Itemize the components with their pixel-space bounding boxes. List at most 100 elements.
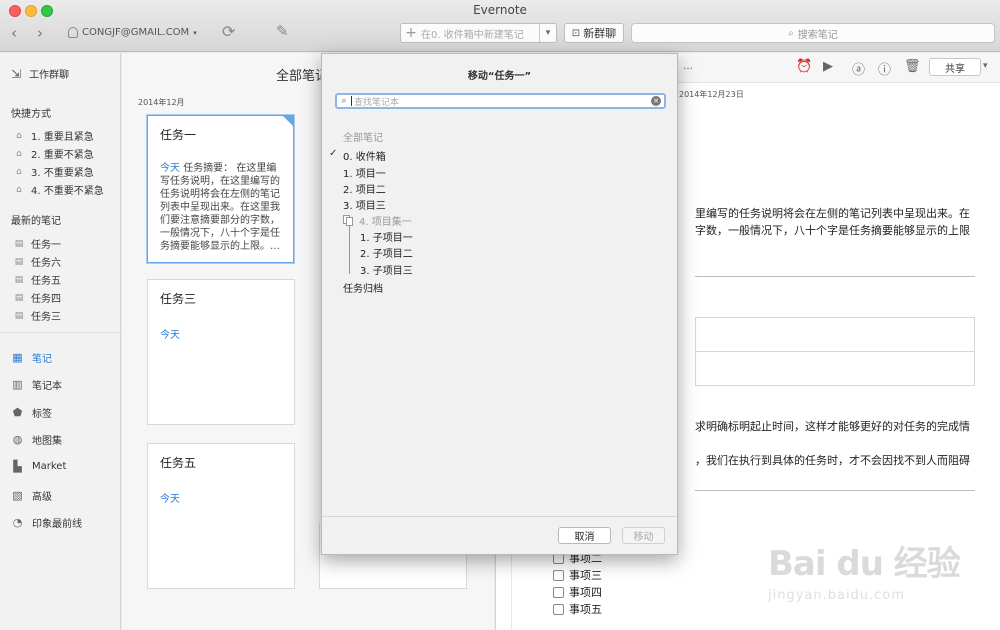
trash-icon[interactable]: 🗑 — [904, 59, 921, 74]
notebook-item[interactable]: 3. 子项目三 — [360, 262, 413, 277]
sync-icon[interactable]: ⟳ — [222, 22, 235, 41]
chevron-down-icon[interactable]: ▾ — [983, 61, 988, 71]
notebook-item[interactable]: 2. 项目二 — [343, 181, 386, 196]
notebook-item[interactable]: 1. 项目一 — [343, 165, 386, 180]
note-card-title: 任务五 — [160, 456, 197, 470]
notebook-item[interactable]: 0. 收件箱 — [343, 148, 386, 163]
activity-icon[interactable]: ✎ — [276, 22, 289, 40]
note-card-date: 今天 — [160, 163, 180, 174]
tag-icon: ⬟ — [12, 406, 23, 419]
present-icon[interactable]: ▶ — [823, 59, 833, 74]
sidebar-item-atlas[interactable]: ◍ 地图集 — [11, 432, 62, 447]
stack-icon — [343, 215, 355, 226]
horizontal-rule — [695, 490, 975, 491]
sidebar-item-notes[interactable]: ▦ 笔记 — [11, 350, 52, 365]
search-icon: ⌕ — [341, 96, 347, 106]
move-label: 移动 — [633, 532, 654, 543]
checklist-item[interactable]: 事项四 — [553, 584, 602, 600]
clear-icon[interactable]: ✕ — [651, 96, 661, 106]
search-input[interactable]: ⌕ 搜索笔记 — [631, 23, 995, 43]
sidebar-item-discover[interactable]: ◔ 印象最前线 — [11, 515, 82, 530]
shortcut-label: 4. 不重要不紧急 — [31, 186, 104, 197]
work-chat-icon: ⇲ — [11, 66, 22, 81]
notebook-label: 3. 子项目三 — [360, 266, 413, 277]
shortcut-item[interactable]: ⌂ 4. 不重要不紧急 — [14, 182, 104, 198]
all-notes-label: 全部笔记 — [343, 133, 383, 144]
table-row[interactable] — [695, 351, 975, 386]
shortcut-icon: ⌂ — [16, 184, 22, 195]
table-row[interactable] — [695, 317, 975, 352]
cancel-button[interactable]: 取消 — [558, 527, 611, 544]
notebook-stack-item[interactable]: 4. 项目集一 — [343, 213, 412, 228]
notebook-label: 1. 项目一 — [343, 169, 386, 180]
recent-note-item[interactable]: ▤ 任务四 — [14, 290, 61, 306]
person-icon — [68, 27, 78, 38]
recent-note-label: 任务一 — [31, 240, 61, 251]
account-menu[interactable]: CONGJF@GMAIL.COM ▾ — [68, 27, 197, 38]
recent-note-label: 任务五 — [31, 276, 61, 287]
notebook-label: 1. 子项目一 — [360, 233, 413, 244]
recent-note-item[interactable]: ▤ 任务一 — [14, 236, 61, 252]
forward-icon[interactable]: › — [37, 24, 43, 42]
recent-note-item[interactable]: ▤ 任务五 — [14, 272, 61, 288]
notebook-item[interactable]: 任务归档 — [343, 280, 383, 295]
chat-icon: ⊡ — [571, 27, 581, 39]
checklist-item[interactable]: 事项三 — [553, 567, 602, 583]
share-button[interactable]: 共享 — [929, 58, 981, 76]
sidebar-item-label: 印象最前线 — [32, 519, 82, 530]
new-note-button[interactable]: + 在0. 收件箱中新建笔记 ▾ — [400, 23, 557, 43]
note-icon: ▤ — [14, 256, 24, 267]
account-email: CONGJF@GMAIL.COM — [82, 27, 190, 38]
checkbox[interactable] — [553, 603, 564, 615]
shortcut-label: 1. 重要且紧急 — [31, 132, 94, 143]
body-text-line: ，我们在执行到具体的任务时，才不会因找不到人而阻碍 — [695, 454, 970, 467]
note-card-snippet-text: 任务摘要： 在这里编写任务说明，在这里编写的任务说明将会在左侧的笔记列表中呈现出… — [160, 163, 280, 252]
chevron-down-icon[interactable]: ▾ — [539, 24, 556, 42]
sidebar-item-notebooks[interactable]: ▥ 笔记本 — [11, 377, 62, 392]
atlas-icon[interactable]: ⓐ — [852, 59, 865, 78]
new-chat-button[interactable]: ⊡ 新群聊 — [564, 23, 624, 43]
search-icon: ⌕ — [788, 27, 794, 39]
note-icon: ▤ — [14, 274, 24, 285]
shortcut-item[interactable]: ⌂ 3. 不重要紧急 — [14, 164, 94, 180]
sidebar-item-tags[interactable]: ⬟ 标签 — [11, 405, 52, 420]
checklist-label: 事项五 — [569, 603, 602, 616]
corner-fold-icon — [282, 115, 294, 127]
notebook-search-input[interactable]: ⌕ 查找笔记本 ✕ — [335, 93, 666, 109]
notebook-breadcrumb[interactable]: … — [683, 61, 693, 72]
sidebar-item-label: 笔记本 — [32, 381, 62, 392]
recent-note-item[interactable]: ▤ 任务六 — [14, 254, 61, 270]
shortcut-icon: ⌂ — [16, 148, 22, 159]
notebook-item[interactable]: 1. 子项目一 — [360, 229, 413, 244]
move-button[interactable]: 移动 — [622, 527, 665, 544]
watermark-brand: Bai du 经验 — [768, 544, 961, 584]
sidebar-item-premium[interactable]: ▧ 高级 — [11, 488, 52, 503]
title-bar: Evernote ‹ › CONGJF@GMAIL.COM ▾ ⟳ ✎ + 在0… — [0, 0, 1000, 52]
recent-note-item[interactable]: ▤ 任务三 — [14, 308, 61, 324]
notebook-item[interactable]: 2. 子项目二 — [360, 245, 413, 260]
notebook-label: 3. 项目三 — [343, 201, 386, 212]
notebook-label: 0. 收件箱 — [343, 152, 386, 163]
sidebar-work-chat[interactable]: ⇲ 工作群聊 — [11, 66, 69, 82]
reminder-icon[interactable]: ⏰ — [796, 59, 812, 74]
notebook-label: 任务归档 — [343, 284, 383, 295]
body-text-line: 里编写的任务说明将会在左侧的笔记列表中呈现出来。在 — [695, 207, 970, 220]
notebook-label: 2. 子项目二 — [360, 249, 413, 260]
back-icon[interactable]: ‹ — [11, 24, 17, 42]
checkbox[interactable] — [553, 569, 564, 581]
note-card[interactable]: 任务五 今天 — [147, 443, 295, 589]
checkbox[interactable] — [553, 586, 564, 598]
shortcut-item[interactable]: ⌂ 2. 重要不紧急 — [14, 146, 94, 162]
checklist-item[interactable]: 事项五 — [553, 601, 602, 617]
note-card-selected[interactable]: 任务一 今天 任务摘要： 在这里编写任务说明，在这里编写的任务说明将会在左侧的笔… — [147, 115, 294, 263]
info-icon[interactable]: ⓘ — [878, 59, 891, 78]
notebook-item[interactable]: 3. 项目三 — [343, 197, 386, 212]
move-note-dialog: 移动“任务一” ⌕ 查找笔记本 ✕ 全部笔记 ✓ 0. 收件箱 1. 项目一 2… — [321, 53, 678, 555]
sidebar-item-market[interactable]: ▙ Market — [11, 460, 66, 473]
note-card-title: 任务一 — [160, 128, 197, 142]
app-title: Evernote — [473, 3, 527, 17]
discover-icon: ◔ — [12, 516, 23, 529]
shortcut-item[interactable]: ⌂ 1. 重要且紧急 — [14, 128, 94, 144]
note-card[interactable]: 任务三 今天 — [147, 279, 295, 425]
notebook-label: 2. 项目二 — [343, 185, 386, 196]
